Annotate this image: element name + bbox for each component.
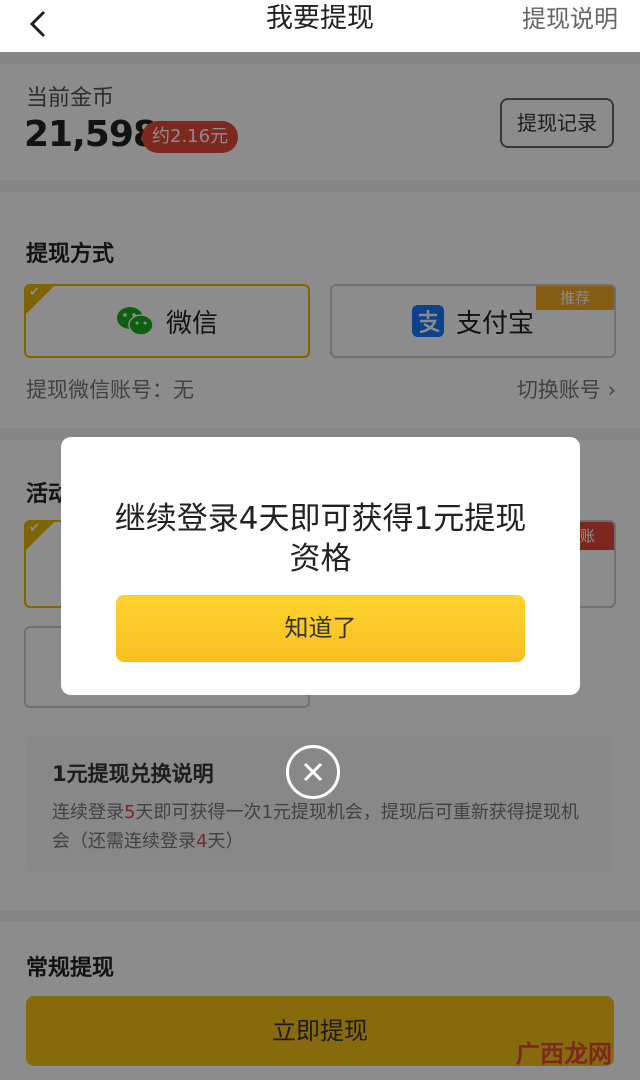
close-icon [303, 762, 323, 782]
login-reminder-dialog: 继续登录4天即可获得1元提现资格 知道了 [61, 437, 580, 695]
withdraw-help-link[interactable]: 提现说明 [522, 0, 618, 38]
dialog-message: 继续登录4天即可获得1元提现资格 [114, 501, 527, 577]
nav-bar: 我要提现 提现说明 [0, 0, 640, 52]
got-it-button[interactable]: 知道了 [116, 595, 525, 662]
close-dialog-button[interactable] [286, 745, 340, 799]
